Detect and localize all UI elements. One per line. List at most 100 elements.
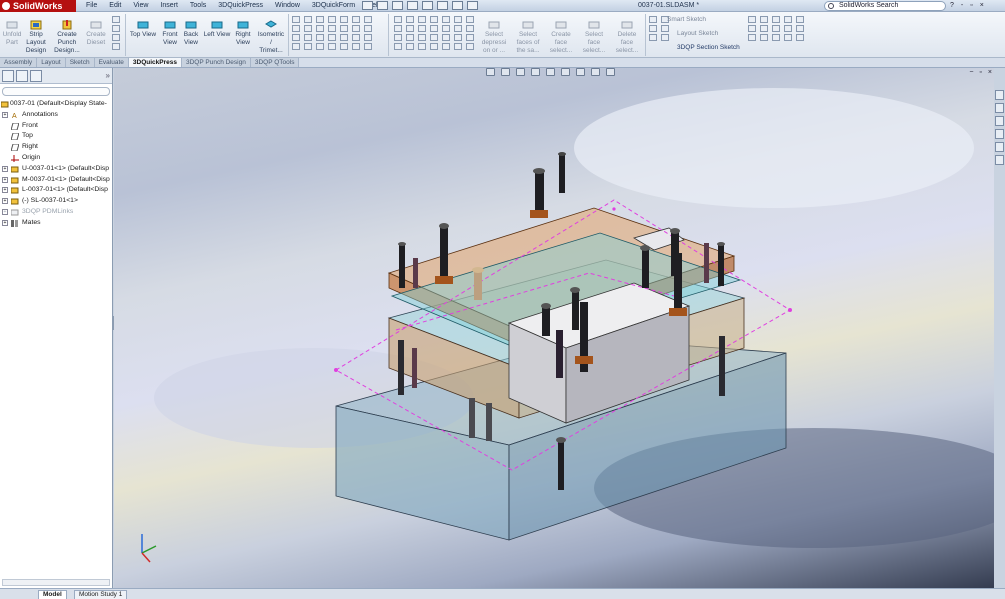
- tool-icon[interactable]: [760, 34, 768, 41]
- property-manager-tab-icon[interactable]: [16, 70, 28, 82]
- die-assembly-model[interactable]: [114, 68, 994, 588]
- sketch-point[interactable]: [612, 207, 616, 211]
- tool-icon[interactable]: [772, 16, 780, 23]
- tool-icon[interactable]: [760, 25, 768, 32]
- tool-icon[interactable]: [292, 34, 300, 41]
- mini-tool-icon[interactable]: [661, 34, 669, 41]
- menu-edit[interactable]: Edit: [103, 0, 127, 12]
- tool-icon[interactable]: [418, 25, 426, 32]
- tool-icon[interactable]: [364, 43, 372, 50]
- save-icon[interactable]: [392, 1, 403, 10]
- rebuild-icon[interactable]: [452, 1, 463, 10]
- tool-icon[interactable]: [328, 16, 336, 23]
- expand-icon[interactable]: +: [2, 165, 8, 172]
- file-explorer-icon[interactable]: [995, 116, 1004, 126]
- screw[interactable]: [413, 258, 418, 288]
- back-view-button[interactable]: Back View: [181, 20, 201, 47]
- menu-3dquickpress[interactable]: 3DQuickPress: [212, 0, 269, 12]
- help-button[interactable]: ?: [950, 0, 954, 12]
- tool-icon[interactable]: [364, 34, 372, 41]
- unfold-part-button[interactable]: Unfold Part: [2, 20, 22, 47]
- right-view-button[interactable]: Right View: [233, 20, 253, 47]
- tool-icon[interactable]: [418, 16, 426, 23]
- tool-icon[interactable]: [784, 34, 792, 41]
- search-input[interactable]: SolidWorks Search: [824, 1, 946, 11]
- app-logo[interactable]: SolidWorks: [0, 0, 76, 12]
- tool-icon[interactable]: [316, 43, 324, 50]
- mini-tool-icon[interactable]: [661, 25, 669, 32]
- tree-item-front[interactable]: Front: [0, 121, 112, 132]
- tool-icon[interactable]: [364, 25, 372, 32]
- tool-icon[interactable]: [352, 34, 360, 41]
- tool-icon[interactable]: [292, 43, 300, 50]
- screw[interactable]: [558, 152, 566, 193]
- mini-tool-icon[interactable]: [112, 34, 120, 41]
- search-results-icon[interactable]: [995, 129, 1004, 139]
- menu-window[interactable]: Window: [269, 0, 306, 12]
- tree-item-top[interactable]: Top: [0, 131, 112, 142]
- tool-icon[interactable]: [442, 43, 450, 50]
- tree-item-origin[interactable]: Origin: [0, 153, 112, 164]
- tab-sketch[interactable]: Sketch: [65, 58, 95, 67]
- options-icon[interactable]: [467, 1, 478, 10]
- design-library-icon[interactable]: [995, 103, 1004, 113]
- tool-icon[interactable]: [748, 16, 756, 23]
- menu-file[interactable]: File: [80, 0, 103, 12]
- tool-icon[interactable]: [340, 16, 348, 23]
- tab-layout[interactable]: Layout: [37, 58, 66, 67]
- tree-item-l-0037-01[interactable]: + L-0037-01<1> (Default<Disp: [0, 185, 112, 196]
- sketch-point[interactable]: [788, 308, 792, 312]
- tool-icon[interactable]: [466, 43, 474, 50]
- screw[interactable]: [398, 242, 406, 288]
- tool-icon[interactable]: [796, 25, 804, 32]
- expand-panel-icon[interactable]: »: [106, 70, 110, 81]
- mini-tool-icon[interactable]: [649, 25, 657, 32]
- panel-horizontal-scrollbar[interactable]: [2, 579, 110, 586]
- expand-icon[interactable]: +: [2, 187, 8, 194]
- menu-3dquickform[interactable]: 3DQuickForm: [306, 0, 361, 12]
- tool-icon[interactable]: [418, 34, 426, 41]
- tool-icon[interactable]: [328, 43, 336, 50]
- tool-icon[interactable]: [772, 25, 780, 32]
- menu-tools[interactable]: Tools: [184, 0, 212, 12]
- tool-icon[interactable]: [466, 16, 474, 23]
- configuration-tab-icon[interactable]: [30, 70, 42, 82]
- layout-sketch-button[interactable]: Layout Sketch: [677, 29, 718, 39]
- screw[interactable]: [541, 303, 551, 336]
- screw[interactable]: [530, 168, 548, 218]
- resources-icon[interactable]: [995, 90, 1004, 100]
- screw[interactable]: [704, 243, 709, 283]
- appearances-icon[interactable]: [995, 155, 1004, 165]
- tab-evaluate[interactable]: Evaluate: [94, 58, 129, 67]
- delete-face-button[interactable]: Delete face select...: [611, 20, 643, 55]
- tool-icon[interactable]: [340, 43, 348, 50]
- tool-icon[interactable]: [394, 16, 402, 23]
- tool-icon[interactable]: [748, 34, 756, 41]
- tool-icon[interactable]: [406, 16, 414, 23]
- expand-icon[interactable]: +: [2, 176, 8, 183]
- tool-icon[interactable]: [418, 43, 426, 50]
- tree-item-mates[interactable]: + Mates: [0, 218, 112, 229]
- screw[interactable]: [556, 330, 563, 378]
- tool-icon[interactable]: [394, 43, 402, 50]
- tab-3dquickpress[interactable]: 3DQuickPress: [128, 58, 182, 67]
- create-face-button[interactable]: Create face select...: [546, 20, 576, 55]
- screw[interactable]: [717, 242, 725, 286]
- left-view-button[interactable]: Left View: [202, 20, 232, 39]
- tool-icon[interactable]: [784, 25, 792, 32]
- tool-icon[interactable]: [304, 16, 312, 23]
- sketch-point[interactable]: [334, 368, 338, 372]
- minimize-button[interactable]: -: [961, 0, 963, 12]
- tool-icon[interactable]: [442, 25, 450, 32]
- tool-icon[interactable]: [454, 43, 462, 50]
- restore-button[interactable]: ▫: [970, 0, 972, 12]
- tool-icon[interactable]: [340, 25, 348, 32]
- tool-icon[interactable]: [406, 34, 414, 41]
- mini-tool-icon[interactable]: [649, 34, 657, 41]
- smart-sketch-button[interactable]: Smart Sketch: [667, 15, 706, 25]
- select-face-button[interactable]: Select face select...: [579, 20, 609, 55]
- tool-icon[interactable]: [316, 34, 324, 41]
- tool-icon[interactable]: [316, 16, 324, 23]
- tool-icon[interactable]: [784, 16, 792, 23]
- tree-item-annotations[interactable]: + A Annotations: [0, 110, 112, 121]
